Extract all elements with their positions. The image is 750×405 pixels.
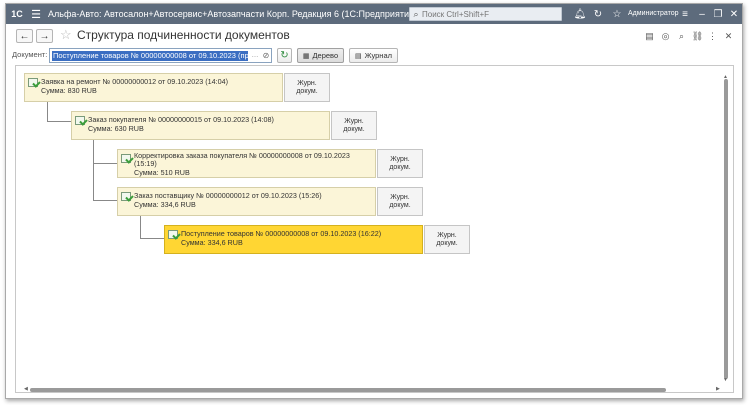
document-label: Документ: (12, 50, 48, 59)
document-toolbar: Документ: Поступление товаров № 00000000… (6, 48, 742, 64)
arrow-left-icon: ← (19, 30, 30, 42)
tree-connector (140, 214, 141, 238)
document-posted-icon (75, 116, 85, 125)
journal-icon: ▤ (355, 52, 362, 60)
node-document[interactable]: Заявка на ремонт № 00000000012 от 09.10.… (24, 73, 283, 102)
horizontal-scrollbar[interactable]: ◀ ▶ (24, 386, 724, 393)
scroll-thumb[interactable] (30, 388, 666, 392)
form-close-icon[interactable]: ✕ (722, 30, 735, 43)
tree-node[interactable]: Заявка на ремонт № 00000000012 от 09.10.… (24, 73, 330, 102)
main-menu-icon[interactable]: ☰ (28, 4, 44, 24)
ellipsis-icon[interactable]: … (250, 50, 260, 61)
restore-icon[interactable]: ❐ (710, 4, 726, 24)
tree-connector (93, 163, 117, 164)
node-document[interactable]: Корректировка заказа покупателя № 000000… (117, 149, 376, 178)
document-posted-icon (28, 78, 38, 87)
node-sum: Сумма: 830 RUB (41, 86, 97, 95)
document-posted-icon (121, 192, 131, 201)
tree-connector (47, 121, 71, 122)
document-field-value[interactable]: Поступление товаров № 00000000008 от 09.… (52, 51, 248, 61)
back-button[interactable]: ← (16, 29, 33, 43)
document-field[interactable]: Поступление товаров № 00000000008 от 09.… (49, 48, 272, 63)
scroll-down-icon[interactable]: ▼ (723, 377, 728, 383)
node-sum: Сумма: 334,6 RUB (181, 238, 243, 247)
tree-button[interactable]: ▦ Дерево (297, 48, 344, 63)
tree-connector (140, 238, 164, 239)
scroll-thumb[interactable] (724, 79, 728, 379)
favorite-star-icon[interactable]: ☆ (60, 27, 72, 43)
scroll-right-icon[interactable]: ▶ (716, 386, 720, 392)
link-icon[interactable]: ⛓ (691, 30, 704, 43)
app-window: 1C ☰ Альфа-Авто: Автосалон+Автосервис+Ав… (5, 3, 743, 399)
bell-icon[interactable]: 🔔︎ (572, 4, 588, 24)
user-name[interactable]: Администратор (628, 4, 679, 24)
journal-docs-button[interactable]: Журн. докум. (377, 187, 423, 216)
node-title: Корректировка заказа покупателя № 000000… (134, 151, 350, 168)
scroll-left-icon[interactable]: ◀ (24, 386, 28, 392)
node-document[interactable]: Поступление товаров № 00000000008 от 09.… (164, 225, 423, 254)
app-title: Альфа-Авто: Автосалон+Автосервис+Автозап… (48, 9, 417, 19)
tree-icon: ▦ (302, 52, 310, 60)
structure-tree-panel[interactable]: Заявка на ремонт № 00000000012 от 09.10.… (15, 65, 734, 393)
favorites-star-icon[interactable]: ☆ (609, 4, 625, 24)
vertical-scrollbar[interactable]: ▲ ▼ (722, 74, 730, 384)
settings-icon[interactable]: ≡ (677, 4, 693, 24)
journal-docs-button[interactable]: Журн. докум. (284, 73, 330, 102)
refresh-button[interactable]: ↻ (277, 48, 292, 63)
document-posted-icon (121, 154, 131, 163)
global-search[interactable]: ⌕ (409, 7, 562, 21)
node-document[interactable]: Заказ покупателя № 00000000015 от 09.10.… (71, 111, 330, 140)
refresh-icon: ↻ (280, 50, 289, 61)
node-title: Поступление товаров № 00000000008 от 09.… (181, 229, 382, 238)
node-sum: Сумма: 630 RUB (88, 124, 144, 133)
node-sum: Сумма: 510 RUB (134, 168, 190, 177)
document-posted-icon (168, 230, 178, 239)
tree-connector (93, 200, 117, 201)
journal-docs-button[interactable]: Журн. докум. (377, 149, 423, 178)
node-sum: Сумма: 334,6 RUB (134, 200, 196, 209)
journal-button-label: Журнал (364, 51, 392, 60)
node-title: Заявка на ремонт № 00000000012 от 09.10.… (41, 77, 229, 86)
node-title: Заказ поставщику № 00000000012 от 09.10.… (134, 191, 322, 200)
form-header: ← → ☆ Структура подчиненности документов… (6, 24, 742, 48)
node-document[interactable]: Заказ поставщику № 00000000012 от 09.10.… (117, 187, 376, 216)
close-icon[interactable]: ✕ (726, 4, 742, 24)
history-icon[interactable]: ↻ (590, 4, 606, 24)
tree-node[interactable]: Корректировка заказа покупателя № 000000… (117, 149, 423, 178)
report-icon[interactable]: ◎ (659, 30, 672, 43)
form-title: Структура подчиненности документов (77, 28, 290, 42)
more-icon[interactable]: ⋮ (706, 30, 719, 43)
arrow-right-icon: → (39, 30, 50, 42)
search-input[interactable] (422, 9, 552, 19)
tree-connector (93, 139, 94, 200)
title-bar: 1C ☰ Альфа-Авто: Автосалон+Автосервис+Ав… (6, 4, 742, 24)
journal-button[interactable]: ▤ Журнал (349, 48, 398, 63)
node-title: Заказ покупателя № 00000000015 от 09.10.… (88, 115, 274, 124)
app-logo[interactable]: 1C (6, 4, 28, 24)
print-icon[interactable]: ▤ (643, 30, 656, 43)
tree-button-label: Дерево (312, 51, 339, 60)
journal-docs-button[interactable]: Журн. докум. (331, 111, 377, 140)
open-link-icon[interactable]: ⊘ (261, 50, 271, 61)
tree-node[interactable]: Заказ поставщику № 00000000012 от 09.10.… (117, 187, 423, 216)
journal-docs-button[interactable]: Журн. докум. (424, 225, 470, 254)
tree-node-selected[interactable]: Поступление товаров № 00000000008 от 09.… (164, 225, 470, 254)
minimize-icon[interactable]: – (694, 4, 710, 24)
search-icon: ⌕ (413, 8, 419, 19)
tree-node[interactable]: Заказ покупателя № 00000000015 от 09.10.… (71, 111, 377, 140)
forward-button[interactable]: → (36, 29, 53, 43)
tree-connector (47, 101, 48, 121)
search-doc-icon[interactable]: ⌕ (675, 30, 688, 43)
